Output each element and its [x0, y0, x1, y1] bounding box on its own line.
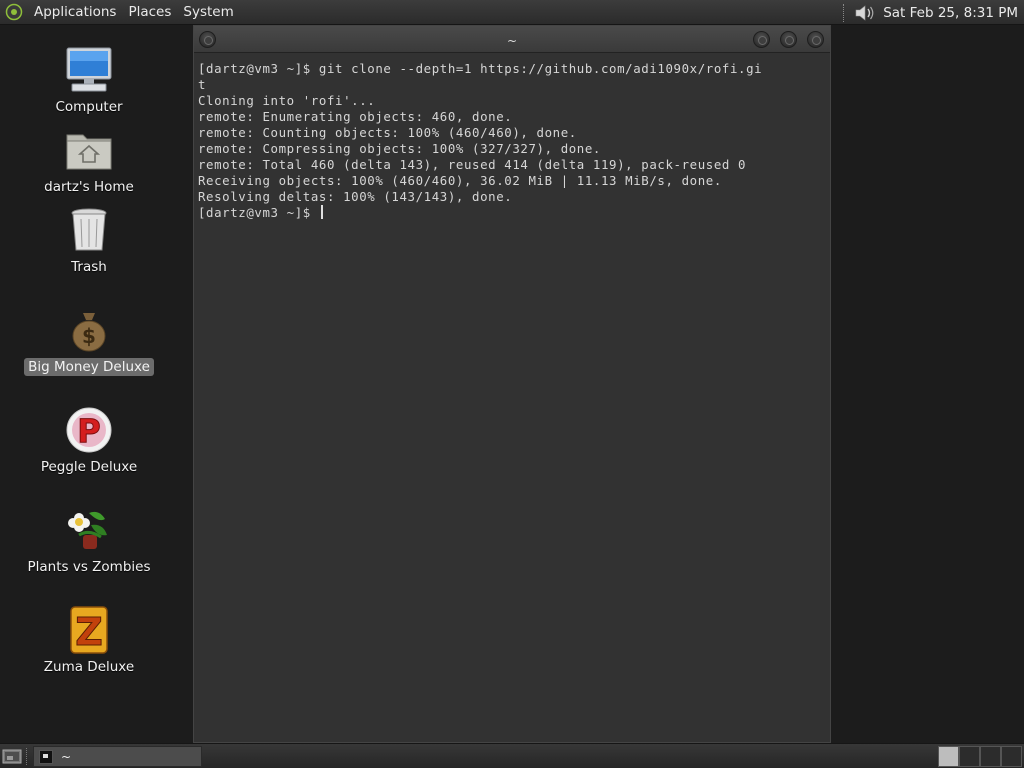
- close-button[interactable]: [807, 31, 824, 48]
- desktop-icon-label: dartz's Home: [44, 179, 134, 195]
- desktop-icon-peggle[interactable]: P Peggle Deluxe: [28, 405, 150, 476]
- show-desktop-icon[interactable]: [2, 748, 22, 765]
- desktop-icon-label: Peggle Deluxe: [40, 459, 138, 475]
- zuma-z-icon: Z: [63, 605, 115, 655]
- workspace-1[interactable]: [938, 746, 959, 767]
- panel-separator: [26, 748, 30, 765]
- desktop-icon-home[interactable]: dartz's Home: [28, 125, 150, 196]
- terminal-output[interactable]: [dartz@vm3 ~]$ git clone --depth=1 https…: [194, 53, 830, 742]
- text-cursor: [320, 205, 323, 219]
- terminal-line: Resolving deltas: 100% (143/143), done.: [198, 189, 513, 204]
- desktop-icon-label: Computer: [55, 99, 123, 115]
- desktop-icon-computer[interactable]: Computer: [28, 45, 150, 116]
- home-folder-icon: [63, 125, 115, 175]
- desktop-icon-label: Zuma Deluxe: [43, 659, 135, 675]
- bottom-panel: ~: [0, 743, 1024, 768]
- svg-text:$: $: [82, 324, 96, 348]
- panel-tray: Sat Feb 25, 8:31 PM: [843, 0, 1024, 25]
- terminal-prompt-line[interactable]: [dartz@vm3 ~]$: [198, 205, 830, 221]
- trash-can-icon: [63, 205, 115, 255]
- terminal-line: t: [198, 77, 207, 92]
- desktop-icon-label: Big Money Deluxe: [24, 358, 154, 376]
- terminal-line: Receiving objects: 100% (460/460), 36.02…: [198, 173, 722, 188]
- terminal-line: [dartz@vm3 ~]$ git clone --depth=1 https…: [198, 61, 763, 76]
- terminal-line: remote: Compressing objects: 100% (327/3…: [198, 141, 601, 156]
- menu-places[interactable]: Places: [122, 0, 177, 25]
- clock[interactable]: Sat Feb 25, 8:31 PM: [875, 5, 1024, 21]
- money-bag-icon: $: [63, 305, 115, 355]
- menu-applications[interactable]: Applications: [28, 0, 122, 25]
- desktop-icon-label: Trash: [71, 259, 107, 275]
- desktop-icon-trash[interactable]: Trash: [28, 205, 150, 276]
- computer-monitor-icon: [63, 45, 115, 95]
- workspace-switcher[interactable]: [938, 746, 1024, 767]
- desktop-icon-zuma[interactable]: Z Zuma Deluxe: [28, 605, 150, 676]
- terminal-icon: [39, 749, 53, 764]
- terminal-line: remote: Total 460 (delta 143), reused 41…: [198, 157, 747, 172]
- workspace-4[interactable]: [1001, 746, 1022, 767]
- peggle-p-icon: P: [63, 405, 115, 455]
- workspace-3[interactable]: [980, 746, 1001, 767]
- speaker-icon[interactable]: [853, 2, 875, 24]
- window-title: ~: [506, 34, 518, 48]
- maximize-button[interactable]: [780, 31, 797, 48]
- top-panel: Applications Places System Sat Feb 25, 8…: [0, 0, 1024, 25]
- menu-system[interactable]: System: [177, 0, 239, 25]
- terminal-line: remote: Counting objects: 100% (460/460)…: [198, 125, 577, 140]
- desktop-icon-plants-vs-zombies[interactable]: Plants vs Zombies: [28, 505, 151, 576]
- terminal-line: Cloning into 'rofi'...: [198, 93, 376, 108]
- plants-flower-icon: [63, 505, 115, 555]
- taskbar-button-label: ~: [61, 749, 72, 764]
- gnome-foot-icon[interactable]: [0, 0, 28, 25]
- svg-text:P: P: [77, 412, 100, 450]
- terminal-prompt: [dartz@vm3 ~]$: [198, 205, 319, 220]
- desktop-icon-label: Plants vs Zombies: [27, 559, 151, 575]
- terminal-window[interactable]: ~ [dartz@vm3 ~]$ git clone --depth=1 htt…: [193, 25, 831, 743]
- panel-separator: [843, 3, 849, 22]
- desktop-icon-big-money[interactable]: $ Big Money Deluxe: [24, 305, 154, 376]
- terminal-line: remote: Enumerating objects: 460, done.: [198, 109, 513, 124]
- taskbar-button-terminal[interactable]: ~: [33, 746, 202, 767]
- window-titlebar[interactable]: ~: [194, 26, 830, 53]
- workspace-2[interactable]: [959, 746, 980, 767]
- minimize-button[interactable]: [753, 31, 770, 48]
- svg-text:Z: Z: [75, 610, 103, 654]
